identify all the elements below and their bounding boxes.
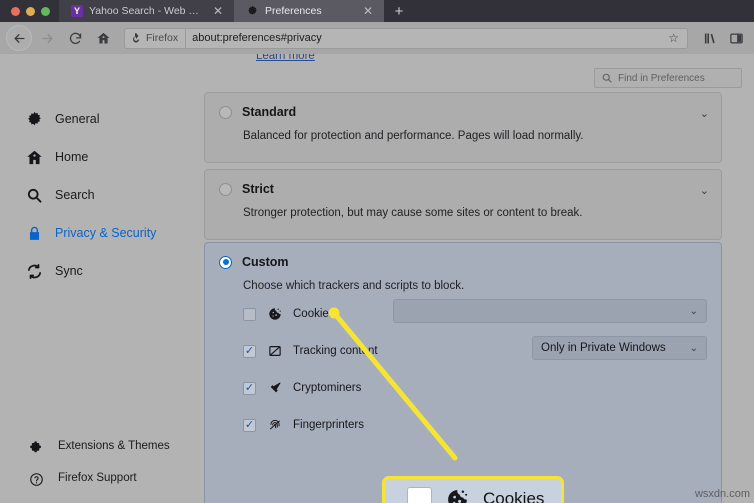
- url-bar[interactable]: Firefox about:preferences#privacy ☆: [124, 27, 688, 49]
- identity-box[interactable]: Firefox: [130, 28, 187, 48]
- chevron-down-icon[interactable]: ⌄: [700, 184, 709, 197]
- maximize-window-button[interactable]: [41, 6, 50, 16]
- yahoo-favicon: Y: [71, 5, 83, 17]
- sidebar-item-label: Home: [55, 149, 89, 164]
- close-tab-button[interactable]: ✕: [210, 5, 226, 17]
- gear-icon: [26, 111, 43, 128]
- custom-row-cookies: Cookies ⌄: [205, 299, 721, 329]
- learn-more-link[interactable]: Learn more: [256, 54, 315, 62]
- sync-icon: [26, 263, 43, 280]
- sidebar-item-sync[interactable]: Sync: [0, 252, 200, 290]
- cookie-icon: [267, 307, 282, 322]
- checkbox-cookies[interactable]: [243, 307, 256, 321]
- sidebar-item-label: Sync: [55, 263, 83, 278]
- radio-standard[interactable]: [219, 105, 232, 119]
- browser-window: Y Yahoo Search - Web Search ✕ Preference…: [0, 0, 754, 503]
- custom-row-cryptominers: Cryptominers: [205, 373, 721, 403]
- tracking-content-dropdown[interactable]: Only in Private Windows ⌄: [532, 336, 707, 360]
- option-header: Custom: [205, 243, 721, 269]
- sidebar-bottom-group: Extensions & Themes Firefox Support: [0, 431, 200, 495]
- sidebar-item-firefox-support[interactable]: Firefox Support: [0, 463, 200, 495]
- sidebar-item-privacy-security[interactable]: Privacy & Security: [0, 214, 200, 252]
- custom-row-label: Cryptominers: [293, 382, 362, 394]
- tracking-content-icon: [267, 344, 282, 359]
- library-icon[interactable]: [698, 25, 722, 51]
- option-description: Balanced for protection and performance.…: [243, 130, 584, 142]
- reload-button[interactable]: [62, 25, 88, 51]
- sidebar-item-label: General: [55, 111, 100, 126]
- radio-custom[interactable]: [219, 255, 232, 269]
- option-header: Standard: [205, 93, 721, 119]
- watermark: wsxdn.com: [694, 488, 750, 500]
- tab-preferences[interactable]: Preferences ✕: [234, 0, 384, 22]
- protection-option-custom[interactable]: Custom Choose which trackers and scripts…: [204, 242, 722, 503]
- url-text[interactable]: about:preferences#privacy: [192, 32, 662, 44]
- cookies-dropdown[interactable]: ⌄: [393, 299, 707, 323]
- search-icon: [26, 187, 43, 204]
- custom-row-label: Cookies: [293, 308, 335, 320]
- dropdown-value: Only in Private Windows: [541, 342, 666, 354]
- callout-checkbox-cookies[interactable]: [407, 486, 432, 503]
- preferences-page: Find in Preferences General Home Search …: [0, 54, 754, 503]
- protection-option-standard[interactable]: Standard Balanced for protection and per…: [204, 92, 722, 163]
- firefox-icon: [133, 33, 140, 43]
- sidebar-item-extensions-themes[interactable]: Extensions & Themes: [0, 431, 200, 463]
- checkbox-tracking-content[interactable]: [243, 344, 256, 358]
- option-description: Stronger protection, but may cause some …: [243, 207, 583, 219]
- home-button[interactable]: [90, 25, 116, 51]
- sidebar-item-home[interactable]: Home: [0, 138, 200, 176]
- gear-icon: [246, 5, 259, 18]
- tab-yahoo-search[interactable]: Y Yahoo Search - Web Search ✕: [59, 0, 234, 22]
- tab-title: Yahoo Search - Web Search: [89, 5, 204, 17]
- sidebar-item-label: Extensions & Themes: [58, 440, 170, 453]
- back-button[interactable]: [6, 25, 32, 51]
- chevron-down-icon: ⌄: [689, 305, 698, 317]
- sidebar-item-search[interactable]: Search: [0, 176, 200, 214]
- question-circle-icon: [28, 471, 45, 488]
- identity-label: Firefox: [146, 32, 179, 44]
- checkbox-fingerprinters[interactable]: [243, 418, 256, 432]
- preferences-sidebar: General Home Search Privacy & Security S…: [0, 54, 200, 503]
- preferences-content: Learn more Standard Balanced for protect…: [200, 54, 754, 503]
- close-window-button[interactable]: [11, 6, 20, 16]
- tab-title: Preferences: [265, 5, 322, 17]
- sidebar-toggle-icon[interactable]: [724, 25, 748, 51]
- new-tab-button[interactable]: +: [384, 0, 414, 22]
- custom-row-label: Fingerprinters: [293, 419, 364, 431]
- lock-icon: [26, 225, 43, 242]
- close-tab-button[interactable]: ✕: [360, 5, 376, 17]
- option-title: Strict: [242, 182, 274, 196]
- option-title: Custom: [242, 255, 289, 269]
- callout-cookies-zoom: Cookies: [382, 476, 564, 503]
- custom-row-label: Tracking content: [293, 345, 378, 357]
- option-description: Choose which trackers and scripts to blo…: [243, 280, 465, 292]
- window-traffic-lights: [0, 0, 59, 22]
- sidebar-item-label: Privacy & Security: [55, 225, 157, 240]
- option-title: Standard: [242, 105, 297, 119]
- fingerprinter-icon: [267, 418, 282, 433]
- sidebar-item-label: Firefox Support: [58, 472, 137, 485]
- custom-row-tracking-content: Tracking content Only in Private Windows…: [205, 336, 721, 366]
- minimize-window-button[interactable]: [26, 6, 35, 16]
- forward-button[interactable]: [34, 25, 60, 51]
- home-icon: [26, 149, 43, 166]
- chevron-down-icon: ⌄: [689, 342, 698, 354]
- callout-label: Cookies: [483, 489, 545, 503]
- option-header: Strict: [205, 170, 721, 196]
- bookmark-star-icon[interactable]: ☆: [668, 31, 682, 45]
- sidebar-item-label: Search: [55, 187, 95, 202]
- checkbox-cryptominers[interactable]: [243, 381, 256, 395]
- custom-row-fingerprinters: Fingerprinters: [205, 410, 721, 440]
- cookie-icon: [446, 488, 469, 503]
- tab-strip: Y Yahoo Search - Web Search ✕ Preference…: [0, 0, 754, 22]
- puzzle-icon: [28, 439, 45, 456]
- navigation-toolbar: Firefox about:preferences#privacy ☆: [0, 22, 754, 54]
- sidebar-item-general[interactable]: General: [0, 100, 200, 138]
- cryptominer-icon: [267, 381, 282, 396]
- chevron-down-icon[interactable]: ⌄: [700, 107, 709, 120]
- protection-option-strict[interactable]: Strict Stronger protection, but may caus…: [204, 169, 722, 240]
- radio-strict[interactable]: [219, 182, 232, 196]
